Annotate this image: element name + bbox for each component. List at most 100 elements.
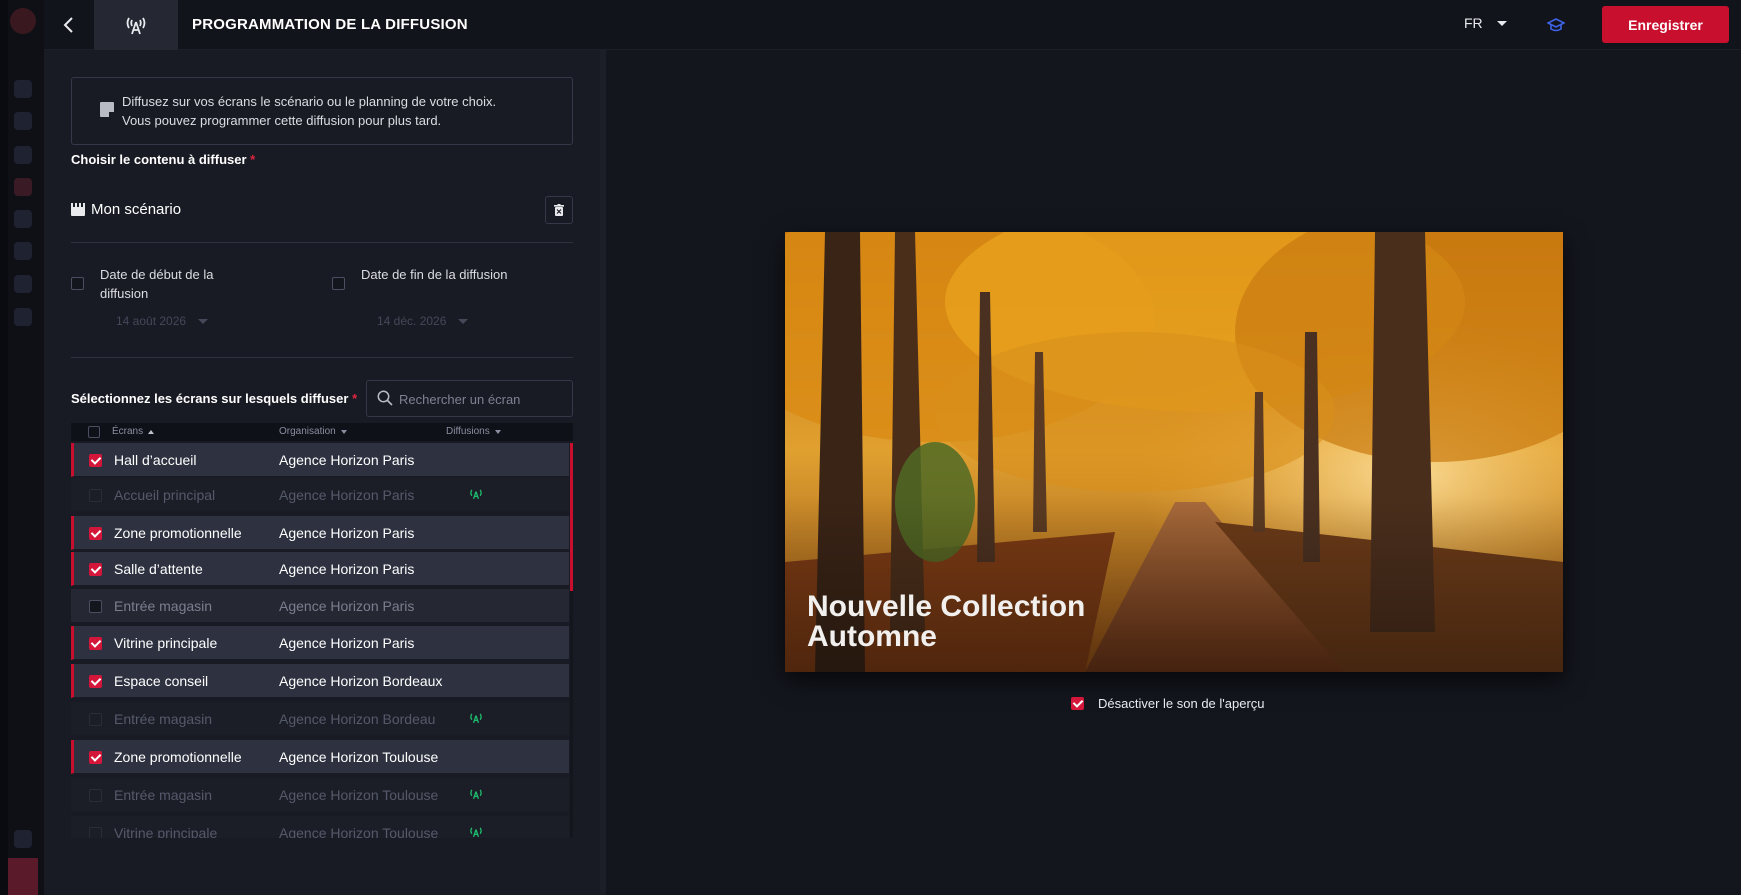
table-row[interactable]: Entrée magasin Agence Horizon Paris bbox=[71, 589, 569, 623]
column-organisation[interactable]: Organisation bbox=[279, 426, 347, 437]
table-row[interactable]: Hall d’accueil Agence Horizon Paris bbox=[71, 443, 569, 477]
trash-icon bbox=[554, 204, 564, 216]
table-row[interactable]: Salle d’attente Agence Horizon Paris bbox=[71, 552, 569, 586]
rail-nav-icon[interactable] bbox=[14, 210, 32, 228]
rail-nav-icon[interactable] bbox=[14, 242, 32, 260]
divider bbox=[71, 357, 573, 358]
end-date-select[interactable]: 14 déc. 2026 bbox=[377, 314, 469, 328]
column-broadcasts-label: Diffusions bbox=[446, 426, 490, 437]
start-date-select[interactable]: 14 août 2026 bbox=[116, 314, 209, 328]
screens-table-body: Hall d’accueil Agence Horizon Paris Accuei… bbox=[71, 443, 573, 838]
row-checkbox bbox=[89, 489, 102, 502]
caret-down-icon bbox=[1496, 20, 1507, 26]
end-date-value: 14 déc. 2026 bbox=[377, 314, 447, 328]
rail-nav-icon[interactable] bbox=[14, 112, 32, 130]
language-value: FR bbox=[1464, 15, 1483, 31]
broadcast-settings-panel: Diffusez sur vos écrans le scénario ou l… bbox=[44, 50, 600, 895]
row-checkbox[interactable] bbox=[89, 527, 102, 540]
screen-search bbox=[366, 380, 573, 417]
row-checkbox[interactable] bbox=[89, 751, 102, 764]
row-screen-name: Entrée magasin bbox=[114, 598, 213, 614]
caret-down-icon bbox=[198, 318, 209, 324]
column-screens-label: Écrans bbox=[112, 426, 144, 437]
broadcasting-icon bbox=[468, 788, 484, 803]
row-checkbox bbox=[89, 789, 102, 802]
search-icon bbox=[377, 390, 393, 406]
select-all-checkbox[interactable] bbox=[88, 426, 100, 438]
info-line-2: Vous pouvez programmer cette diffusion p… bbox=[122, 113, 442, 128]
row-organisation: Agence Horizon Bordeaux bbox=[279, 673, 443, 689]
row-screen-name: Accueil principal bbox=[114, 487, 216, 503]
table-row[interactable]: Vitrine principale Agence Horizon Paris bbox=[71, 626, 569, 660]
row-screen-name: Hall d’accueil bbox=[114, 452, 197, 468]
row-checkbox[interactable] bbox=[89, 454, 102, 467]
row-screen-name: Vitrine principale bbox=[114, 635, 218, 651]
row-organisation: Agence Horizon Toulouse bbox=[279, 825, 439, 838]
screens-label-text: Sélectionnez les écrans sur lesquels dif… bbox=[71, 391, 349, 406]
row-organisation: Agence Horizon Toulouse bbox=[279, 787, 439, 803]
selected-content-name: Mon scénario bbox=[91, 201, 182, 218]
content-label: Choisir le contenu à diffuser * bbox=[71, 152, 255, 167]
row-organisation: Agence Horizon Paris bbox=[279, 561, 415, 577]
table-row: Entrée magasin Agence Horizon Bordeau bbox=[71, 702, 569, 736]
table-row[interactable]: Espace conseil Agence Horizon Bordeaux bbox=[71, 664, 569, 698]
end-date-checkbox[interactable] bbox=[332, 277, 345, 290]
row-checkbox[interactable] bbox=[89, 563, 102, 576]
table-scrollbar-thumb[interactable] bbox=[570, 443, 573, 591]
search-input[interactable] bbox=[399, 389, 567, 409]
table-row[interactable]: Zone promotionnelle Agence Horizon Paris bbox=[71, 516, 569, 550]
panel-divider bbox=[600, 50, 606, 895]
row-organisation: Agence Horizon Paris bbox=[279, 598, 415, 614]
start-date-value: 14 août 2026 bbox=[116, 314, 187, 328]
column-organisation-label: Organisation bbox=[279, 426, 336, 437]
broadcasting-icon bbox=[468, 488, 484, 503]
rail-nav-icon[interactable] bbox=[14, 146, 32, 164]
row-screen-name: Entrée magasin bbox=[114, 787, 213, 803]
rail-user-avatar[interactable] bbox=[8, 858, 38, 895]
rail-nav-icon-active[interactable] bbox=[14, 178, 32, 196]
row-checkbox bbox=[89, 713, 102, 726]
row-organisation: Agence Horizon Paris bbox=[279, 487, 415, 503]
row-checkbox[interactable] bbox=[89, 600, 102, 613]
back-button[interactable] bbox=[44, 0, 94, 50]
rail-nav-icon[interactable] bbox=[14, 80, 32, 98]
table-row: Accueil principal Agence Horizon Paris bbox=[71, 478, 569, 512]
column-broadcasts[interactable]: Diffusions bbox=[446, 426, 501, 437]
broadcasting-icon bbox=[468, 712, 484, 727]
row-checkbox[interactable] bbox=[89, 637, 102, 650]
broadcast-icon bbox=[126, 17, 146, 35]
save-button[interactable]: Enregistrer bbox=[1602, 6, 1729, 43]
rail-edge bbox=[0, 0, 8, 895]
table-row[interactable]: Zone promotionnelle Agence Horizon Toulou… bbox=[71, 740, 569, 774]
caret-down-icon bbox=[458, 318, 469, 324]
screens-label: Sélectionnez les écrans sur lesquels dif… bbox=[71, 391, 357, 406]
row-screen-name: Zone promotionnelle bbox=[114, 525, 242, 541]
content-preview: Nouvelle Collection Automne bbox=[785, 232, 1563, 672]
mute-checkbox[interactable] bbox=[1071, 697, 1084, 710]
mute-preview-toggle[interactable]: Désactiver le son de l'aperçu bbox=[1071, 696, 1265, 711]
rail-nav-icon[interactable] bbox=[14, 275, 32, 293]
info-line-1: Diffusez sur vos écrans le scénario ou l… bbox=[122, 94, 497, 109]
tutorial-button[interactable] bbox=[1544, 13, 1568, 37]
info-box: Diffusez sur vos écrans le scénario ou l… bbox=[71, 77, 573, 145]
app-logo[interactable] bbox=[10, 8, 36, 34]
remove-content-button[interactable] bbox=[545, 196, 573, 224]
row-organisation: Agence Horizon Paris bbox=[279, 635, 415, 651]
rail-settings-icon[interactable] bbox=[14, 830, 32, 848]
row-organisation: Agence Horizon Paris bbox=[279, 452, 415, 468]
required-mark: * bbox=[352, 391, 358, 406]
rail-nav-icon[interactable] bbox=[14, 308, 32, 326]
start-date-label: Date de début de la diffusion bbox=[100, 267, 214, 301]
broadcasting-icon bbox=[468, 826, 484, 838]
start-date-checkbox[interactable] bbox=[71, 277, 84, 290]
sort-down-icon bbox=[494, 429, 501, 434]
column-screens[interactable]: Écrans bbox=[112, 426, 155, 437]
mute-label: Désactiver le son de l'aperçu bbox=[1098, 696, 1265, 711]
row-organisation: Agence Horizon Bordeau bbox=[279, 711, 436, 727]
back-arrow-icon bbox=[63, 17, 73, 33]
row-screen-name: Vitrine principale bbox=[114, 825, 218, 838]
row-checkbox bbox=[89, 827, 102, 838]
language-select[interactable]: FR bbox=[1464, 15, 1507, 31]
end-date-label: Date de fin de la diffusion bbox=[361, 267, 508, 282]
row-checkbox[interactable] bbox=[89, 675, 102, 688]
